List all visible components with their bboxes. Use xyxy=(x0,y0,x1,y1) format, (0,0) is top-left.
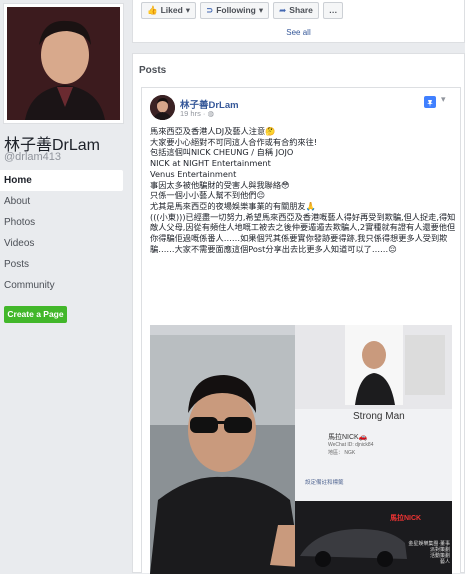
share-label: Share xyxy=(289,5,313,15)
post-paragraph: (((小東)))已經盡一切努力,希望馬來西亞及香港嘅藝人得好再受到欺騙,但人捉走… xyxy=(150,211,456,254)
wechat-screenshot: Strong Man 馬拉NICK🚗 WeChat ID: djnick84 地… xyxy=(295,325,452,574)
post-line: 只係一個小小藝人幫不到他們😔 xyxy=(150,190,265,201)
nav-about[interactable]: About xyxy=(0,191,123,212)
thumbs-up-icon: 👍 xyxy=(147,5,158,15)
rss-icon: ⊃ xyxy=(206,5,214,15)
wechat-region: 地區： NGK xyxy=(328,450,356,456)
posts-heading: Posts xyxy=(139,65,167,76)
selfie-image xyxy=(150,335,310,574)
post-line: Venus Entertainment xyxy=(150,168,237,179)
more-button[interactable]: … xyxy=(322,2,344,19)
page-handle[interactable]: @drlam413 xyxy=(4,151,61,163)
wechat-settings-row: 設定備註和標籤 xyxy=(305,480,344,486)
share-button[interactable]: ➦ Share xyxy=(273,2,319,19)
globe-icon: ◍ xyxy=(207,109,215,118)
caret-down-icon: ▾ xyxy=(185,5,191,15)
post-line: NICK at NIGHT Entertainment xyxy=(150,158,271,169)
car-nickname: 馬拉NICK xyxy=(390,515,422,522)
liked-button[interactable]: 👍 Liked ▾ xyxy=(141,2,197,19)
pin-icon[interactable] xyxy=(424,96,436,108)
nav-photos[interactable]: Photos xyxy=(0,212,123,233)
chevron-down-icon[interactable]: ▾ xyxy=(441,94,446,105)
post-line: 馬來西亞及香港人DJ及藝人注意🤔 xyxy=(150,126,276,136)
post-line: 包括這個叫NICK CHEUNG / 自稱 JOJO xyxy=(150,147,294,158)
cover-caption: Strong Man xyxy=(353,411,405,422)
post-photo[interactable]: Strong Man 馬拉NICK🚗 WeChat ID: djnick84 地… xyxy=(150,325,452,574)
post-line: 尤其是馬來西亞的夜場娛樂事業的有關朋友🙏 xyxy=(150,200,316,211)
post-line: 大家要小心絕對不可同這人合作或有合約來往! xyxy=(150,136,318,147)
car-banner: 馬拉NICK 金星娛樂集團·董事 派對策劃 活動策劃 藝人 xyxy=(295,501,452,574)
share-icon: ➦ xyxy=(279,5,287,15)
post-time: 19 hrs · xyxy=(180,109,208,118)
see-all-link[interactable]: See all xyxy=(133,28,464,37)
following-button[interactable]: ⊃ Following ▾ xyxy=(200,2,270,19)
page-actions-card: 👍 Liked ▾ ⊃ Following ▾ ➦ Share … See al… xyxy=(132,0,465,43)
profile-picture[interactable] xyxy=(4,4,123,123)
nav-videos[interactable]: Videos xyxy=(0,233,123,254)
wechat-id: WeChat ID: djnick84 xyxy=(328,442,374,448)
posts-card: Posts 林子善DrLam 19 hrs · ◍ ▾ 馬來西亞及香港人DJ及藝… xyxy=(132,53,465,574)
nav-community[interactable]: Community xyxy=(0,275,123,296)
post-body: 馬來西亞及香港人DJ及藝人注意🤔 大家要小心絕對不可同這人合作或有合約來往! 包… xyxy=(150,126,456,254)
post-line: 事因太多被他騙財的受害人與我聯絡😳 xyxy=(150,179,290,190)
create-page-button[interactable]: Create a Page xyxy=(4,306,67,323)
liked-label: Liked xyxy=(160,5,183,15)
following-label: Following xyxy=(216,5,256,15)
wechat-nickname: 馬拉NICK🚗 xyxy=(328,434,368,441)
nav-posts[interactable]: Posts xyxy=(0,254,123,275)
post: 林子善DrLam 19 hrs · ◍ ▾ 馬來西亞及香港人DJ及藝人注意🤔 大… xyxy=(141,87,461,574)
post-timestamp[interactable]: 19 hrs · ◍ xyxy=(180,109,214,118)
car-caption: 金星娛樂集團·董事 派對策劃 活動策劃 藝人 xyxy=(408,541,450,565)
page-nav: Home About Photos Videos Posts Community xyxy=(0,170,123,296)
nav-home[interactable]: Home xyxy=(0,170,123,191)
post-author-avatar[interactable] xyxy=(150,95,175,120)
caret-down-icon: ▾ xyxy=(258,5,264,15)
